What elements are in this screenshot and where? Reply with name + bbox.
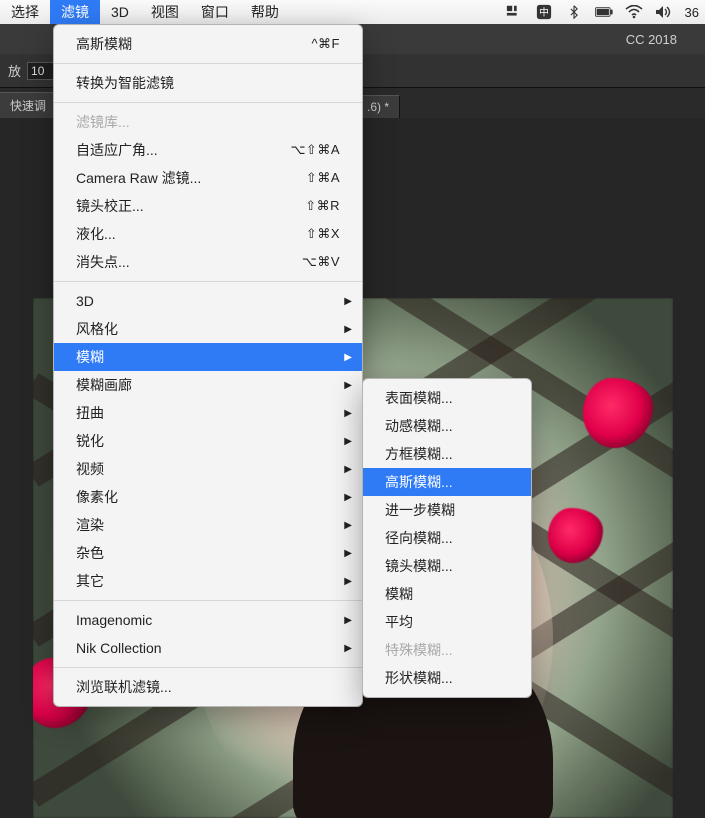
menu-item[interactable]: 径向模糊... (363, 524, 531, 552)
submenu-arrow-icon: ▶ (344, 408, 352, 419)
menu-item[interactable]: 锐化▶ (54, 427, 362, 455)
submenu-arrow-icon: ▶ (344, 380, 352, 391)
mac-menubar: 选择滤镜3D视图窗口帮助 中 36 (0, 0, 705, 24)
menu-item-browse-filters[interactable]: 浏览联机滤镜... (54, 673, 362, 701)
menu-item[interactable]: 镜头模糊... (363, 552, 531, 580)
menubar-extra-text: 36 (685, 5, 699, 20)
menu-item[interactable]: 扭曲▶ (54, 399, 362, 427)
menubar-item[interactable]: 窗口 (190, 0, 240, 24)
wifi-icon[interactable] (625, 3, 643, 21)
menu-item[interactable]: 动感模糊... (363, 412, 531, 440)
battery-icon[interactable] (595, 3, 613, 21)
submenu-arrow-icon: ▶ (344, 436, 352, 447)
menubar-status-area: 中 36 (505, 3, 705, 21)
blur-submenu: 表面模糊...动感模糊...方框模糊...高斯模糊...进一步模糊径向模糊...… (362, 378, 532, 698)
menu-item[interactable]: 渲染▶ (54, 511, 362, 539)
menu-item: 特殊模糊... (363, 636, 531, 664)
menu-item[interactable]: 表面模糊... (363, 384, 531, 412)
submenu-arrow-icon: ▶ (344, 296, 352, 307)
submenu-arrow-icon: ▶ (344, 576, 352, 587)
menu-item[interactable]: 像素化▶ (54, 483, 362, 511)
document-tab[interactable]: .6) * (357, 95, 400, 118)
submenu-arrow-icon: ▶ (344, 492, 352, 503)
menu-item[interactable]: 3D▶ (54, 287, 362, 315)
menubar-item[interactable]: 滤镜 (50, 0, 100, 24)
menu-item[interactable]: 模糊▶ (54, 343, 362, 371)
menu-item[interactable]: 其它▶ (54, 567, 362, 595)
menu-item[interactable]: Nik Collection▶ (54, 634, 362, 662)
menubar-item[interactable]: 3D (100, 0, 140, 24)
bluetooth-icon[interactable] (565, 3, 583, 21)
app-title-suffix: CC 2018 (626, 32, 677, 47)
menu-item[interactable]: 视频▶ (54, 455, 362, 483)
menu-item[interactable]: 液化...⇧⌘X (54, 220, 362, 248)
menu-item[interactable]: 镜头校正...⇧⌘R (54, 192, 362, 220)
menu-item[interactable]: 进一步模糊 (363, 496, 531, 524)
document-tab[interactable]: 快速调 (0, 92, 57, 118)
ime-icon[interactable]: 中 (535, 3, 553, 21)
submenu-arrow-icon: ▶ (344, 548, 352, 559)
options-label: 放 (8, 61, 21, 80)
menu-item[interactable]: 方框模糊... (363, 440, 531, 468)
filter-menu: 高斯模糊 ^⌘F 转换为智能滤镜 滤镜库...自适应广角...⌥⇧⌘ACamer… (53, 24, 363, 707)
menu-item[interactable]: 模糊画廊▶ (54, 371, 362, 399)
submenu-arrow-icon: ▶ (344, 643, 352, 654)
menu-item[interactable]: 自适应广角...⌥⇧⌘A (54, 136, 362, 164)
submenu-arrow-icon: ▶ (344, 464, 352, 475)
volume-icon[interactable] (655, 3, 673, 21)
menu-item[interactable]: 形状模糊... (363, 664, 531, 692)
submenu-arrow-icon: ▶ (344, 324, 352, 335)
menu-item[interactable]: 平均 (363, 608, 531, 636)
submenu-arrow-icon: ▶ (344, 520, 352, 531)
menu-item[interactable]: 风格化▶ (54, 315, 362, 343)
menubar-item[interactable]: 视图 (140, 0, 190, 24)
menu-item[interactable]: Imagenomic▶ (54, 606, 362, 634)
menu-item-last-filter[interactable]: 高斯模糊 ^⌘F (54, 30, 362, 58)
input-indicator-icon[interactable] (505, 3, 523, 21)
menu-item[interactable]: 高斯模糊... (363, 468, 531, 496)
menu-item[interactable]: Camera Raw 滤镜...⇧⌘A (54, 164, 362, 192)
menubar-item[interactable]: 选择 (0, 0, 50, 24)
submenu-arrow-icon: ▶ (344, 615, 352, 626)
svg-text:中: 中 (539, 6, 549, 19)
menu-item[interactable]: 杂色▶ (54, 539, 362, 567)
menu-item: 滤镜库... (54, 108, 362, 136)
submenu-arrow-icon: ▶ (344, 352, 352, 363)
menu-item[interactable]: 模糊 (363, 580, 531, 608)
menu-item-convert-smart-filter[interactable]: 转换为智能滤镜 (54, 69, 362, 97)
menubar-item[interactable]: 帮助 (240, 0, 290, 24)
menu-item[interactable]: 消失点...⌥⌘V (54, 248, 362, 276)
